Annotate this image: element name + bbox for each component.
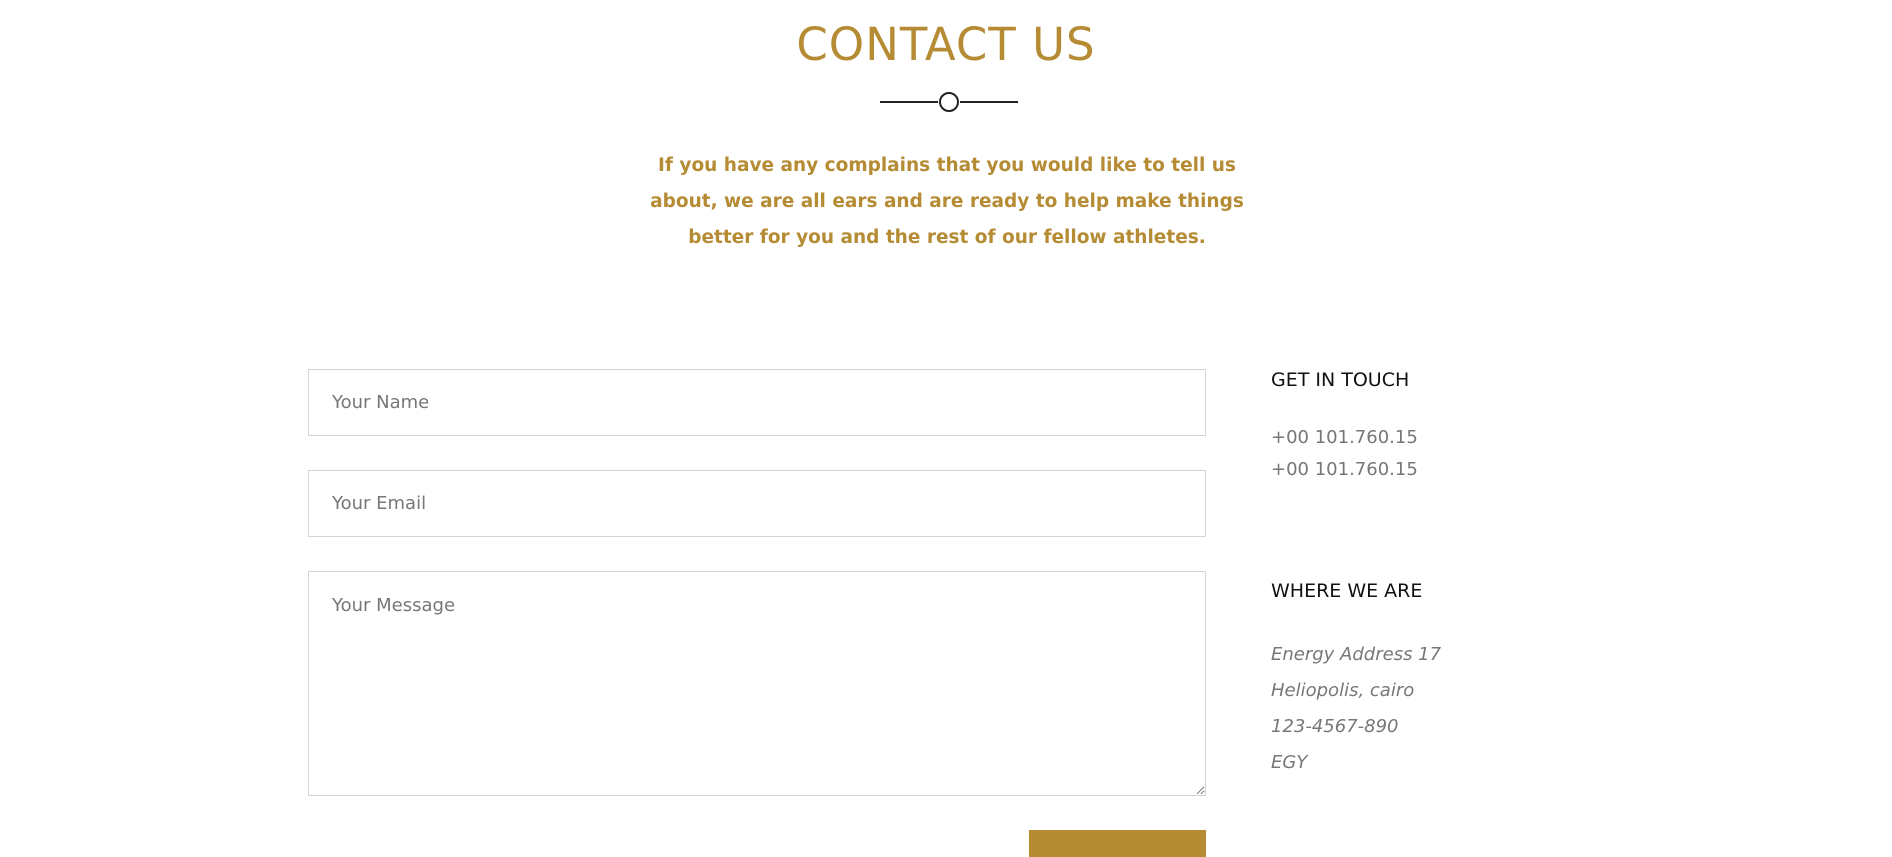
phone-number[interactable]: +00 101.760.15: [1271, 454, 1418, 486]
phone-list: +00 101.760.15 +00 101.760.15: [1271, 422, 1418, 486]
address-line: EGY: [1271, 752, 1308, 773]
page-title: CONTACT US: [796, 18, 1096, 71]
address-line: Heliopolis, cairo: [1271, 680, 1415, 701]
intro-text: If you have any complains that you would…: [650, 155, 1244, 248]
get-in-touch-heading: GET IN TOUCH: [1271, 369, 1410, 391]
contact-page: CONTACT US If you have any complains tha…: [0, 0, 1892, 857]
name-input[interactable]: [308, 369, 1206, 436]
where-we-are-heading: WHERE WE ARE: [1271, 580, 1423, 602]
message-textarea[interactable]: [308, 571, 1206, 796]
title-divider: [880, 92, 1018, 112]
divider-circle: [939, 92, 959, 112]
submit-button[interactable]: [1029, 830, 1206, 857]
email-input[interactable]: [308, 470, 1206, 537]
address-block: Energy Address 17 Heliopolis, cairo 123-…: [1271, 637, 1441, 781]
phone-number[interactable]: +00 101.760.15: [1271, 422, 1418, 454]
address-line: 123-4567-890: [1271, 716, 1399, 737]
address-line: Energy Address 17: [1271, 644, 1442, 665]
